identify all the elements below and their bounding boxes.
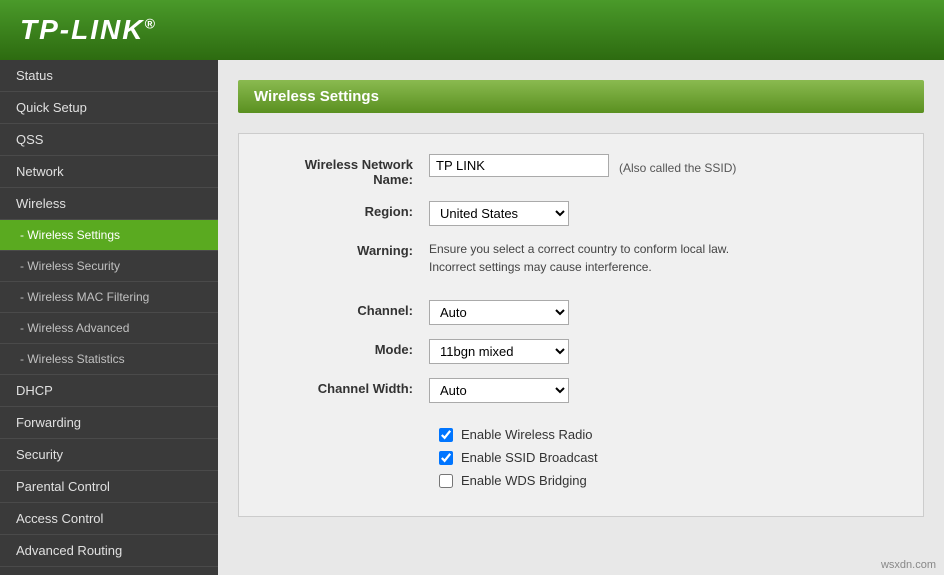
sidebar-item-forwarding[interactable]: Forwarding [0,407,218,439]
network-name-input[interactable] [429,154,609,177]
ssid-note: (Also called the SSID) [619,157,736,175]
mode-control: 11bgn mixed 11bg mixed 11b only 11g only… [429,339,893,364]
enable-ssid-row: Enable SSID Broadcast [439,450,893,465]
sidebar: StatusQuick SetupQSSNetworkWireless- Wir… [0,60,218,575]
brand-watermark: wsxdn.com [881,559,936,571]
layout: StatusQuick SetupQSSNetworkWireless- Wir… [0,60,944,575]
enable-radio-checkbox[interactable] [439,428,453,442]
enable-radio-row: Enable Wireless Radio [439,427,893,442]
logo-symbol: ® [144,16,156,32]
network-name-control: (Also called the SSID) [429,154,893,177]
enable-radio-label: Enable Wireless Radio [461,427,593,442]
sidebar-item-wireless[interactable]: Wireless [0,188,218,220]
sidebar-item-wireless-mac-filtering[interactable]: - Wireless MAC Filtering [0,282,218,313]
region-label: Region: [269,201,429,219]
mode-row: Mode: 11bgn mixed 11bg mixed 11b only 11… [269,339,893,364]
sidebar-item-dhcp[interactable]: DHCP [0,375,218,407]
sidebar-item-wireless-advanced[interactable]: - Wireless Advanced [0,313,218,344]
sidebar-item-status[interactable]: Status [0,60,218,92]
warning-label: Warning: [269,240,429,258]
region-select[interactable]: United States Europe Asia Australia [429,201,569,226]
sidebar-item-wireless-statistics[interactable]: - Wireless Statistics [0,344,218,375]
sidebar-item-wireless-settings[interactable]: - Wireless Settings [0,220,218,251]
sidebar-item-quick-setup[interactable]: Quick Setup [0,92,218,124]
sidebar-item-wireless-security[interactable]: - Wireless Security [0,251,218,282]
sidebar-item-advanced-routing[interactable]: Advanced Routing [0,535,218,567]
channel-width-select[interactable]: Auto 20MHz 40MHz [429,378,569,403]
sidebar-item-qss[interactable]: QSS [0,124,218,156]
mode-label: Mode: [269,339,429,357]
warning-row: Warning: Ensure you select a correct cou… [269,240,893,276]
enable-ssid-checkbox[interactable] [439,451,453,465]
enable-wds-checkbox[interactable] [439,474,453,488]
sidebar-item-security[interactable]: Security [0,439,218,471]
channel-width-label: Channel Width: [269,378,429,396]
region-row: Region: United States Europe Asia Austra… [269,201,893,226]
network-name-label: Wireless Network Name: [269,154,429,187]
channel-width-row: Channel Width: Auto 20MHz 40MHz [269,378,893,403]
channel-width-control: Auto 20MHz 40MHz [429,378,893,403]
channel-label: Channel: [269,300,429,318]
header: TP-LINK® [0,0,944,60]
logo: TP-LINK® [20,14,157,46]
channel-row: Channel: Auto 1234 5678 91011 [269,300,893,325]
section-header: Wireless Settings [238,80,924,113]
enable-ssid-label: Enable SSID Broadcast [461,450,598,465]
mode-select[interactable]: 11bgn mixed 11bg mixed 11b only 11g only… [429,339,569,364]
sidebar-item-parental-control[interactable]: Parental Control [0,471,218,503]
form-area: Wireless Network Name: (Also called the … [238,133,924,517]
channel-select[interactable]: Auto 1234 5678 91011 [429,300,569,325]
warning-control: Ensure you select a correct country to c… [429,240,893,276]
warning-text-line1: Ensure you select a correct country to c… [429,240,893,258]
sidebar-item-network[interactable]: Network [0,156,218,188]
enable-wds-row: Enable WDS Bridging [439,473,893,488]
channel-control: Auto 1234 5678 91011 [429,300,893,325]
warning-text-line2: Incorrect settings may cause interferenc… [429,258,893,276]
network-name-row: Wireless Network Name: (Also called the … [269,154,893,187]
enable-wds-label: Enable WDS Bridging [461,473,587,488]
main-content: Wireless Settings Wireless Network Name:… [218,60,944,575]
sidebar-item-bandwidth-control[interactable]: Bandwidth Control [0,567,218,575]
region-control: United States Europe Asia Australia [429,201,893,226]
sidebar-item-access-control[interactable]: Access Control [0,503,218,535]
